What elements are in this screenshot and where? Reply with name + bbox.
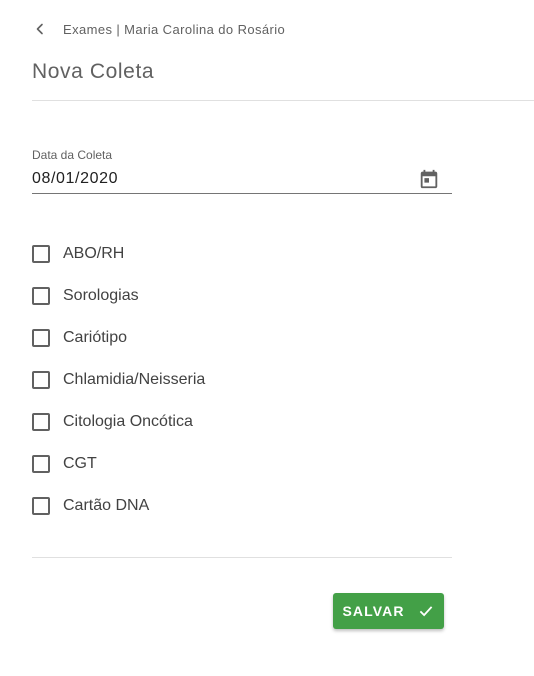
exam-label: Sorologias — [63, 287, 139, 304]
exam-option-sorologias[interactable]: Sorologias — [32, 275, 452, 317]
breadcrumb-text: Exames | Maria Carolina do Rosário — [63, 21, 286, 37]
exam-label: Chlamidia/Neisseria — [63, 371, 206, 388]
checkbox[interactable] — [32, 371, 50, 389]
check-icon — [417, 602, 435, 620]
form-bottom-divider — [32, 557, 452, 558]
chevron-left-icon[interactable] — [32, 21, 48, 37]
collection-date-input[interactable] — [32, 168, 412, 190]
exam-option-citologia-oncotica[interactable]: Citologia Oncótica — [32, 401, 452, 443]
exam-label: CGT — [63, 455, 97, 472]
title-divider — [32, 100, 534, 101]
save-button-label: SALVAR — [342, 603, 405, 619]
checkbox[interactable] — [32, 455, 50, 473]
exam-option-cartao-dna[interactable]: Cartão DNA — [32, 485, 452, 527]
checkbox[interactable] — [32, 497, 50, 515]
exam-option-abo-rh[interactable]: ABO/RH — [32, 233, 452, 275]
collection-date-underline — [32, 193, 452, 194]
exam-option-chlamidia-neisseria[interactable]: Chlamidia/Neisseria — [32, 359, 452, 401]
exam-option-cariotipo[interactable]: Cariótipo — [32, 317, 452, 359]
exam-label: ABO/RH — [63, 245, 125, 262]
checkbox[interactable] — [32, 329, 50, 347]
checkbox[interactable] — [32, 287, 50, 305]
exam-label: Cariótipo — [63, 329, 128, 346]
collection-date-field: Data da Coleta — [32, 146, 452, 194]
collection-date-label: Data da Coleta — [32, 148, 113, 162]
calendar-icon[interactable] — [418, 168, 440, 190]
exam-label: Citologia Oncótica — [63, 413, 193, 430]
save-button[interactable]: SALVAR — [333, 593, 444, 629]
exam-option-cgt[interactable]: CGT — [32, 443, 452, 485]
checkbox[interactable] — [32, 245, 50, 263]
exam-checkbox-list: ABO/RH Sorologias Cariótipo Chlamidia/Ne… — [32, 233, 452, 527]
checkbox[interactable] — [32, 413, 50, 431]
new-collection-page: Exames | Maria Carolina do Rosário Nova … — [0, 0, 534, 676]
page-title: Nova Coleta — [32, 60, 155, 83]
exam-label: Cartão DNA — [63, 497, 150, 514]
breadcrumb[interactable]: Exames | Maria Carolina do Rosário — [32, 18, 285, 40]
